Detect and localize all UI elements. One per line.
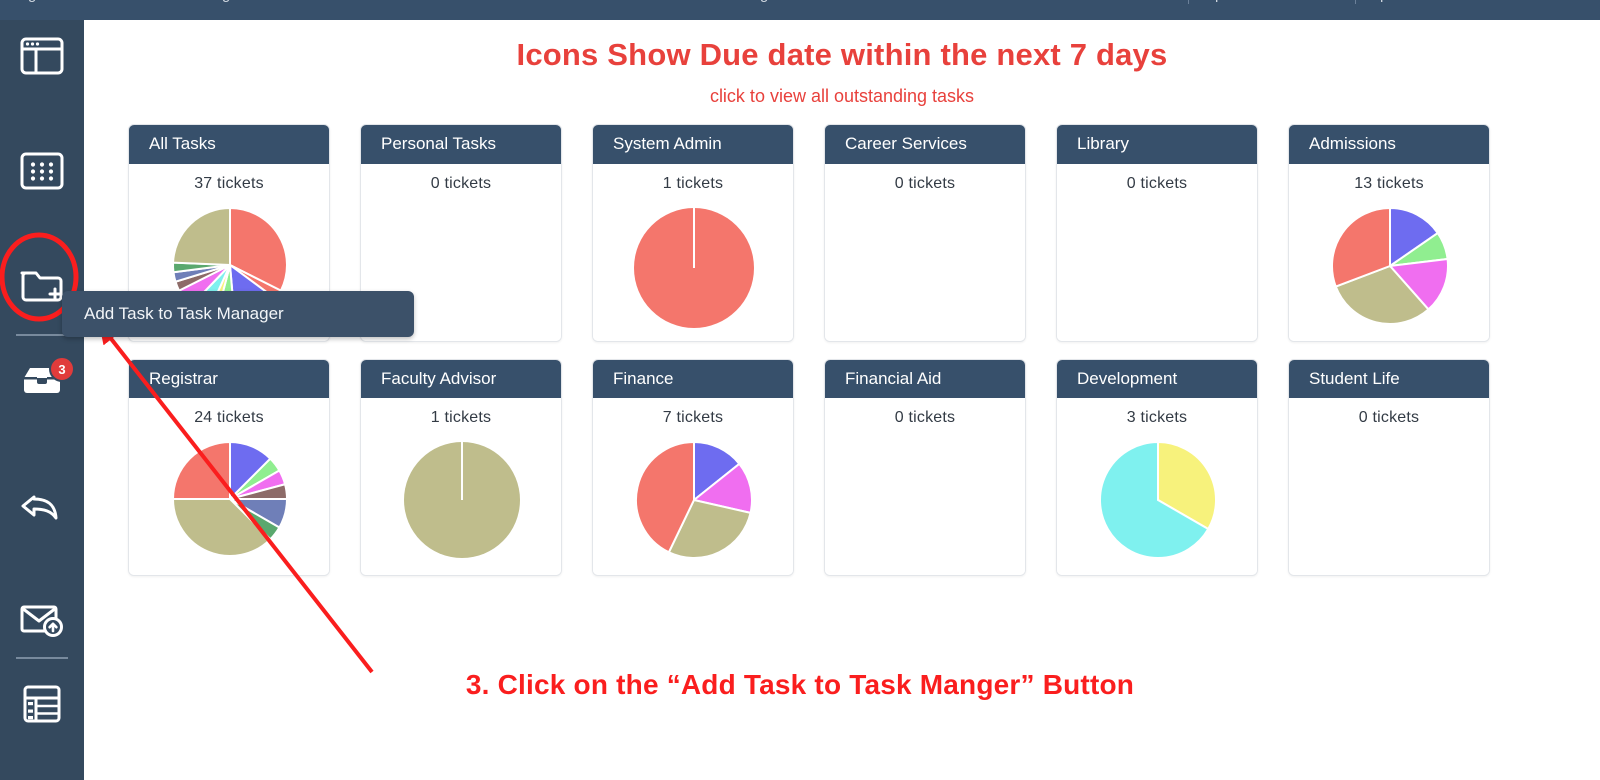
card-ticket-count: 0 tickets	[894, 409, 956, 427]
card-ticket-count: 7 tickets	[662, 409, 724, 427]
sidebar-item-dashboard[interactable]	[0, 28, 84, 84]
card-body: 0 tickets	[825, 163, 1025, 341]
card-title: Student Life	[1289, 359, 1489, 399]
top-navbar[interactable]: g g a g p p	[0, 0, 1600, 20]
card-ticket-count: 13 tickets	[1354, 174, 1424, 192]
envelope-upload-icon	[18, 600, 66, 638]
task-card[interactable]: Financial Aid 0 tickets	[824, 358, 1026, 577]
sidebar-divider-2	[16, 657, 68, 659]
card-body: 7 tickets	[593, 398, 793, 576]
card-body: 3 tickets	[1057, 398, 1257, 576]
card-ticket-count: 0 tickets	[430, 174, 492, 192]
card-ticket-count: 37 tickets	[194, 174, 264, 192]
nav-account-button[interactable]	[1510, 0, 1580, 14]
card-body: 0 tickets	[825, 398, 1025, 576]
tooltip-label: Add Task to Task Manager	[84, 304, 284, 323]
card-title: System Admin	[593, 125, 793, 164]
nav-item-1[interactable]: g	[28, 0, 36, 3]
card-title: Registrar	[129, 359, 329, 399]
card-title: Personal Tasks	[361, 125, 561, 164]
card-body: 0 tickets	[1289, 398, 1489, 576]
pie-chart-admissions[interactable]	[1289, 206, 1489, 326]
sidebar-divider-1	[16, 334, 68, 336]
card-title: Library	[1057, 125, 1257, 164]
left-sidebar: 3	[0, 20, 84, 780]
nav-item-2[interactable]: g	[222, 0, 230, 3]
sidebar-item-calendar[interactable]	[0, 143, 84, 199]
task-card[interactable]: Finance 7 tickets	[592, 358, 794, 577]
nav-divider-2	[1355, 0, 1356, 4]
task-card[interactable]: Development 3 tickets	[1056, 358, 1258, 577]
main-content: Icons Show Due date within the next 7 da…	[84, 20, 1600, 780]
nav-item-4[interactable]: g	[760, 0, 768, 3]
inbox-badge: 3	[49, 356, 75, 382]
task-card[interactable]: Registrar 24 tickets	[128, 358, 330, 577]
card-title: Development	[1057, 359, 1257, 399]
card-ticket-count: 0 tickets	[1358, 409, 1420, 427]
page-subtitle[interactable]: click to view all outstanding tasks	[84, 86, 1600, 107]
tooltip-add-task: Add Task to Task Manager	[62, 291, 414, 337]
task-cards-grid: All Tasks 37 tickets Personal Tasks 0 ti…	[128, 124, 1558, 593]
nav-item-5[interactable]: p	[1215, 0, 1223, 3]
task-card[interactable]: System Admin 1 tickets	[592, 124, 794, 342]
card-body: 13 tickets	[1289, 163, 1489, 341]
pie-chart-faculty-advisor[interactable]	[361, 440, 561, 560]
pie-chart-system-admin[interactable]	[593, 206, 793, 330]
card-title: Financial Aid	[825, 359, 1025, 399]
calendar-grid-icon	[20, 152, 64, 190]
card-title: Admissions	[1289, 125, 1489, 164]
card-ticket-count: 0 tickets	[1126, 174, 1188, 192]
task-card[interactable]: Career Services 0 tickets	[824, 124, 1026, 342]
pie-chart-finance[interactable]	[593, 440, 793, 560]
task-card[interactable]: Library 0 tickets	[1056, 124, 1258, 342]
card-body: 1 tickets	[361, 398, 561, 576]
nav-item-3[interactable]: a	[578, 0, 586, 3]
card-ticket-count: 1 tickets	[430, 409, 492, 427]
sidebar-item-send-mail[interactable]	[0, 591, 84, 647]
task-card[interactable]: Faculty Advisor 1 tickets	[360, 358, 562, 577]
nav-divider-1	[1188, 0, 1189, 4]
card-title: All Tasks	[129, 125, 329, 164]
folder-plus-icon	[18, 264, 66, 304]
card-row-2: Registrar 24 tickets Faculty Advisor 1 t…	[128, 358, 1558, 577]
card-body: 0 tickets	[1057, 163, 1257, 341]
card-ticket-count: 3 tickets	[1126, 409, 1188, 427]
card-title: Career Services	[825, 125, 1025, 164]
page-title: Icons Show Due date within the next 7 da…	[516, 37, 1168, 72]
pie-chart-development[interactable]	[1057, 440, 1257, 560]
sidebar-item-reply[interactable]	[0, 478, 84, 534]
card-ticket-count: 0 tickets	[894, 174, 956, 192]
task-card[interactable]: Admissions 13 tickets	[1288, 124, 1490, 342]
card-ticket-count: 24 tickets	[194, 409, 264, 427]
card-title: Faculty Advisor	[361, 359, 561, 399]
card-body: 24 tickets	[129, 398, 329, 576]
card-body: 1 tickets	[593, 163, 793, 341]
task-card[interactable]: Student Life 0 tickets	[1288, 358, 1490, 577]
card-ticket-count: 1 tickets	[662, 174, 724, 192]
card-title: Finance	[593, 359, 793, 399]
layout-panel-icon	[20, 37, 64, 75]
reply-arrow-icon	[18, 488, 66, 524]
annotation-step-text: 3. Click on the “Add Task to Task Manger…	[465, 669, 1135, 700]
pie-chart-registrar[interactable]	[129, 440, 329, 558]
nav-item-6[interactable]: p	[1380, 0, 1388, 3]
